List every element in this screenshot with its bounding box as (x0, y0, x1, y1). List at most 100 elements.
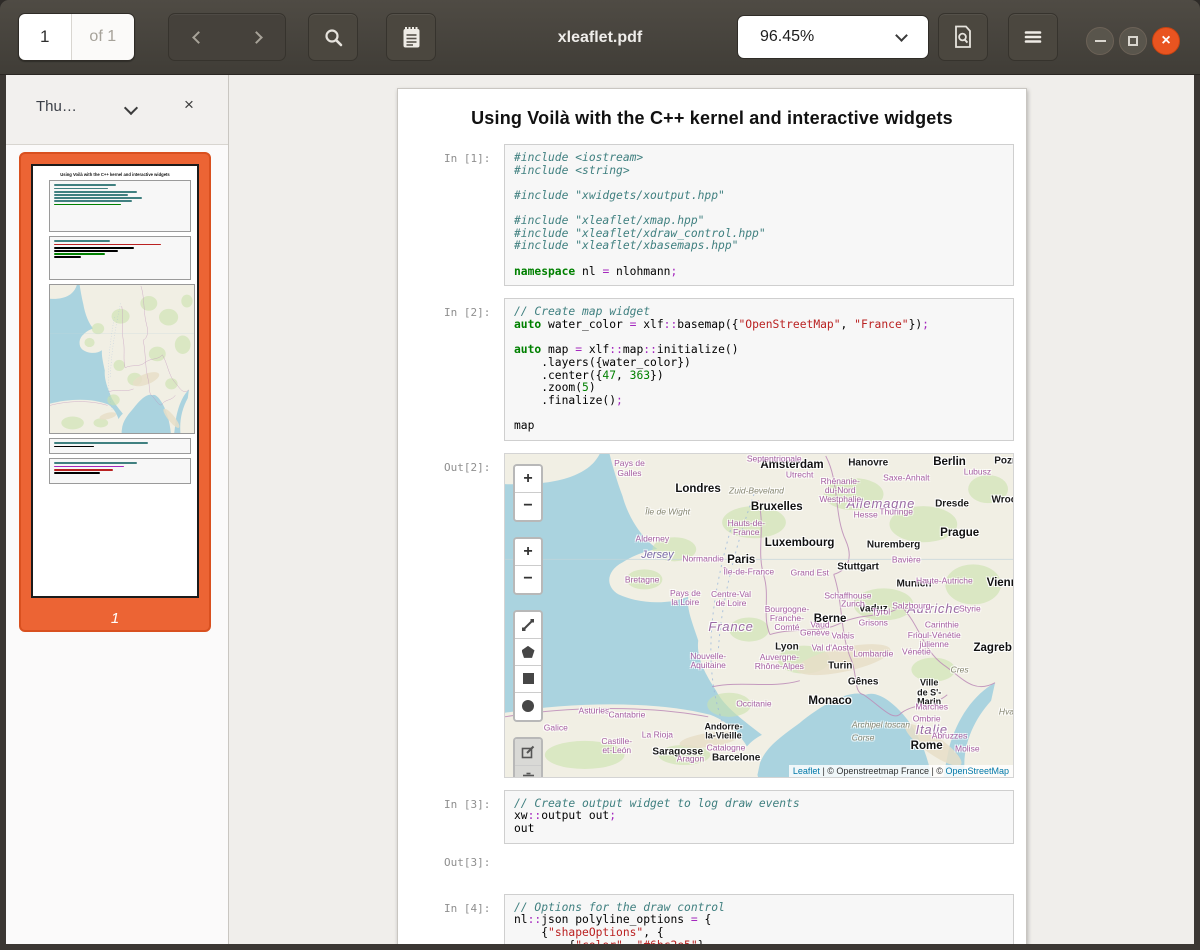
document-viewer[interactable]: Using Voilà with the C++ kernel and inte… (229, 75, 1194, 944)
close-button[interactable]: × (1152, 27, 1180, 55)
map-label: Frioul-Vénétie julienne (908, 630, 961, 648)
map-label: Ville de S'- Marin (917, 678, 941, 707)
map-label: Ombrie (913, 714, 941, 723)
map-label: Allemagne (847, 497, 916, 511)
square-icon (523, 673, 534, 684)
thumbnail-page-number: 1 (21, 610, 209, 627)
map-label: Bretagne (625, 575, 660, 584)
sidebar-close-icon[interactable]: × (184, 95, 194, 115)
map-label: Dresde (935, 500, 969, 511)
map-label: Bourgogne- Franche- Comté (765, 605, 809, 633)
notebook-cell-in4: In [4]: // Options for the draw control … (398, 894, 1026, 944)
map-label: Italie (916, 723, 948, 737)
map-label: Monaco (808, 695, 851, 707)
edit-layers-button (515, 739, 541, 766)
map-label: Bavière (892, 556, 921, 565)
map-label: Île de Wight (645, 507, 690, 516)
map-label: Abruzzes (932, 732, 967, 741)
notebook-title: Using Voilà with the C++ kernel and inte… (398, 108, 1026, 129)
document-properties-button[interactable] (938, 13, 988, 61)
map-label: Alderney (636, 535, 670, 544)
map-label: Auvergne- Rhône-Alpes (755, 653, 804, 671)
map-label: Munich (896, 579, 931, 590)
cell-prompt: In [4]: (444, 902, 490, 915)
menu-button[interactable] (1008, 13, 1058, 61)
map-label: Valais (832, 632, 855, 641)
draw-polygon-button (515, 639, 541, 666)
page-current-input[interactable]: 1 (19, 14, 71, 60)
search-button[interactable] (308, 13, 358, 61)
map-label: Saragosse (652, 747, 703, 758)
map-label: Salzbourg (892, 601, 930, 610)
map-label: Prague (940, 527, 979, 539)
draw-toolbar (513, 610, 543, 722)
zoom-out-button: − (515, 566, 541, 593)
map-label: Marches (915, 703, 948, 712)
map-label: Occitanie (736, 700, 771, 709)
previous-page-button[interactable] (169, 14, 227, 60)
map-label: Rome (911, 740, 943, 752)
map-label: Lubusz (964, 467, 991, 476)
map-label: Nouvelle- Aquitaine (690, 651, 726, 669)
thumbnail-preview: Using Voilà with the C++ kernel and inte… (31, 164, 199, 598)
map-label: Carinthie (925, 620, 959, 629)
map-label: Zurich (841, 599, 865, 608)
circle-icon (522, 700, 534, 712)
map-label: Pays de Galles (614, 459, 645, 477)
page-thumbnail[interactable]: Using Voilà with the C++ kernel and inte… (19, 152, 211, 632)
chevron-right-icon (250, 31, 263, 44)
sidebar-mode-dropdown[interactable] (124, 101, 138, 115)
cell-prompt: In [2]: (444, 306, 490, 319)
annotations-button[interactable] (386, 13, 436, 61)
map-label: Berne (814, 612, 847, 624)
map-label: Corse (852, 733, 875, 742)
delete-layers-button (515, 766, 541, 778)
map-label: Lyon (775, 642, 799, 653)
notebook-cell-in3: In [3]: // Create output widget to log d… (398, 790, 1026, 844)
chevron-down-icon (895, 29, 908, 42)
map-label: Zagreb (974, 641, 1012, 653)
code-block: // Create map widget auto water_color = … (504, 298, 1014, 440)
close-icon: × (1161, 33, 1170, 49)
map-label: Aragon (677, 754, 704, 763)
map-label: Stuttgart (837, 563, 879, 574)
map-label: Andorre- la-Vieille (704, 722, 742, 741)
sidebar: Thu… × Using Voilà with the C++ kernel a… (6, 75, 229, 944)
map-label: Grisons (859, 619, 888, 628)
map-label: Thuringe (879, 507, 913, 516)
map-zoom-control-1: + − (513, 464, 543, 522)
minimize-button[interactable] (1086, 27, 1114, 55)
code-block: #include <iostream> #include <string> #i… (504, 144, 1014, 286)
page-number-entry[interactable]: 1 of 1 (18, 13, 135, 61)
map-zoom-control-2: + − (513, 537, 543, 595)
attribution-text: | © (929, 766, 945, 776)
map-label: Saxe-Anhalt (883, 473, 929, 482)
zoom-level-select[interactable]: 96.45% (737, 15, 929, 59)
edit-toolbar (513, 737, 543, 778)
map-label: Cantabrie (608, 711, 645, 720)
map-label: Utrecht (786, 470, 813, 479)
map-label: Hvar (999, 708, 1014, 717)
zoom-in-button: + (515, 539, 541, 566)
map-label: Centre-Val de Loire (711, 590, 751, 608)
notepad-icon (402, 26, 421, 49)
map-label: Tyrol (872, 607, 890, 616)
next-page-button[interactable] (227, 14, 285, 60)
map-label: Jersey (641, 550, 673, 562)
map-label: Paris (727, 554, 755, 566)
trash-icon (522, 772, 535, 778)
map-label: Île-de-France (724, 567, 775, 576)
map-label: Galice (544, 724, 568, 733)
map-label: Grand Est (791, 569, 829, 578)
map-label: Wrocław (992, 495, 1015, 506)
map-label: Nuremberg (867, 540, 920, 551)
document-magnifier-icon (953, 25, 973, 49)
page-nav-group (168, 13, 286, 61)
sidebar-header: Thu… × (6, 75, 228, 145)
maximize-icon (1128, 36, 1138, 46)
map-attribution: Leaflet | © Openstreetmap France | © Ope… (789, 765, 1013, 777)
maximize-button[interactable] (1119, 27, 1147, 55)
xleaflet-map: LondresAmsterdamBruxellesBerlinHanovreDr… (504, 453, 1014, 778)
titlebar: 1 of 1 xleaflet.pdf 96.45% (0, 0, 1200, 75)
zoom-level-value: 96.45% (760, 28, 814, 46)
